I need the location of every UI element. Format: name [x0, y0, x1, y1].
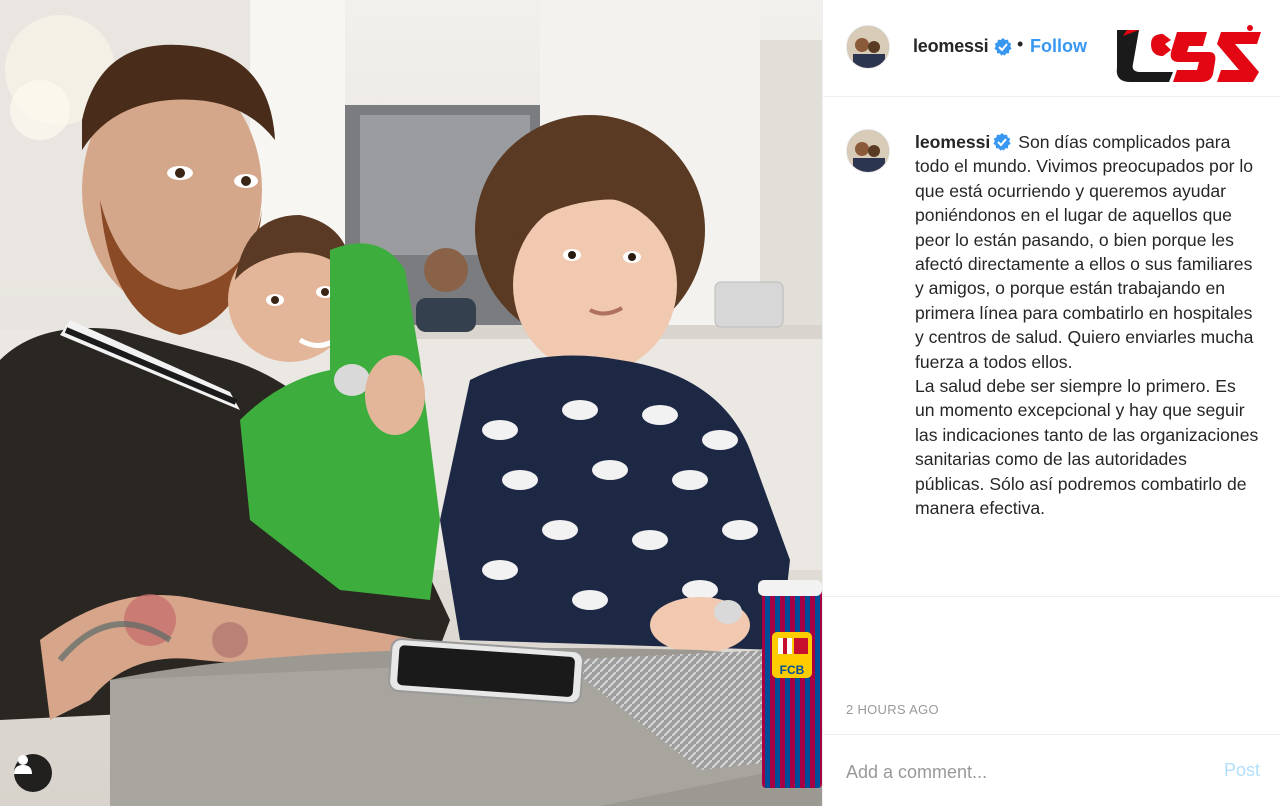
- divider: [823, 734, 1280, 735]
- comment-input[interactable]: [846, 756, 1206, 788]
- post-photo[interactable]: FCB: [0, 0, 822, 806]
- avatar-photo-icon: [847, 130, 889, 172]
- post-sidebar: leomessi • Follow leomessi Son días comp…: [822, 0, 1280, 806]
- avatar-photo-icon: [847, 26, 889, 68]
- verified-badge-icon: [993, 133, 1011, 151]
- rokna-logo-icon[interactable]: [1113, 20, 1263, 86]
- caption-paragraph-2: La salud debe ser siempre lo primero. Es…: [915, 376, 1259, 519]
- post-timestamp[interactable]: 2 HOURS AGO: [846, 702, 939, 717]
- caption-avatar[interactable]: [846, 129, 890, 173]
- header-separator: •: [1017, 34, 1024, 54]
- caption-paragraph-1: leomessi Son días complicados para todo …: [915, 130, 1260, 374]
- caption-text: Son días complicados para todo el mundo.…: [915, 132, 1254, 372]
- cup-crest-text: FCB: [780, 663, 805, 677]
- avatar[interactable]: [846, 25, 890, 69]
- post-header: leomessi • Follow: [823, 0, 1280, 97]
- verified-badge-icon: [994, 38, 1012, 56]
- caption-username-link[interactable]: leomessi: [915, 132, 990, 152]
- post-comment-button[interactable]: Post: [1224, 760, 1260, 781]
- user-tag-icon: [14, 755, 32, 774]
- header-username-link[interactable]: leomessi: [913, 36, 989, 57]
- user-tag-button[interactable]: [14, 754, 52, 792]
- follow-button[interactable]: Follow: [1030, 36, 1087, 57]
- photo-illustration: FCB: [0, 0, 822, 806]
- divider: [823, 596, 1280, 597]
- post-caption: leomessi Son días complicados para todo …: [915, 130, 1260, 521]
